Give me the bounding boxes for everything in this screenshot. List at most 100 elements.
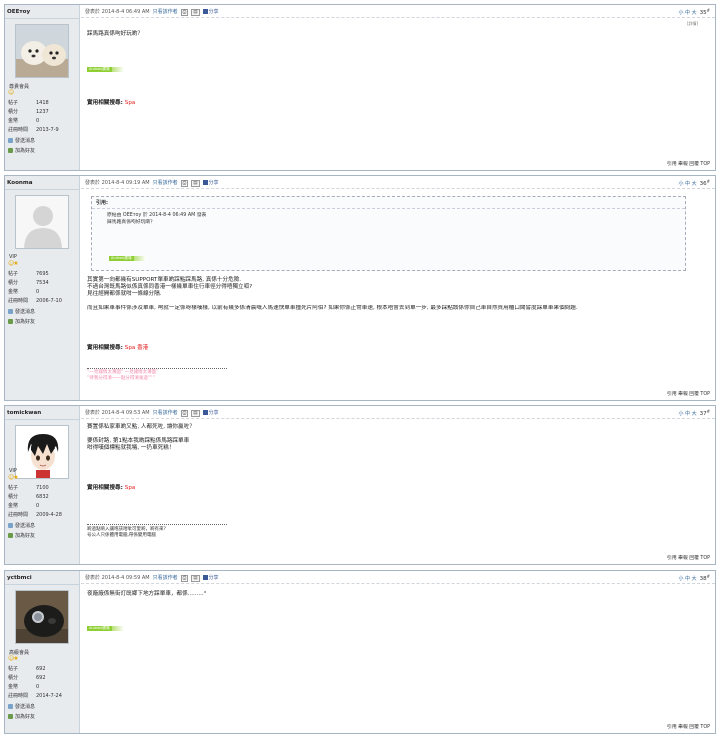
facebook-icon <box>202 575 208 580</box>
message-icon <box>8 138 13 143</box>
post-header: 發表於 2014-8-4 06:49 AM 只看該作者 ⎙ ▤ 分享 <box>81 5 715 18</box>
facebook-icon <box>202 180 208 185</box>
avatar[interactable] <box>15 590 69 644</box>
quote-title: 引用: <box>92 197 685 209</box>
add-friend-link[interactable]: 加為好友 <box>8 318 35 325</box>
username-link[interactable]: yctbmci <box>7 575 32 581</box>
avatar[interactable] <box>15 425 69 479</box>
quote-block: 引用: 原帖由 ОЕЕтоу 於 2014-8-4 06:49 AM 發表 踩馬… <box>91 196 686 271</box>
post-38: yctbmci 高級會員 ☺★ 帖子 692 積分 692 金幣 0 註冊時間 2014… <box>4 570 716 734</box>
bookmark-icon[interactable]: ▤ <box>191 9 200 16</box>
bookmark-icon[interactable]: ▤ <box>191 575 200 582</box>
post-header: 發表於 2014-8-4 09:53 AM 只看該作者 ⎙ ▤ 分享 <box>81 406 715 419</box>
rank-stars-icon: ☺★ <box>8 474 19 481</box>
message-icon <box>8 523 13 528</box>
only-author-link[interactable]: 只看該作者 <box>153 410 178 416</box>
send-message-link[interactable]: 發送消息 <box>8 137 35 144</box>
facebook-share-button[interactable]: 分享 <box>202 575 219 581</box>
print-icon[interactable]: ⎙ <box>180 575 189 582</box>
print-icon[interactable]: ⎙ <box>180 9 189 16</box>
rank-stars-icon: ☺★ <box>8 260 19 267</box>
post-actions[interactable]: 引用 舉報 回覆 TOP <box>667 554 710 561</box>
signature-divider <box>87 368 227 369</box>
related-search: 實用相關搜尋: Spa 香港 <box>87 345 149 351</box>
author-panel: Koonma VIP ☺★ 帖子 7695 積分 7534 金幣 0 註冊時間 2006… <box>5 176 80 400</box>
android-badge[interactable]: Android廣場 <box>87 67 123 72</box>
print-icon[interactable]: ⎙ <box>180 410 189 417</box>
related-search: 實用相關搜尋: Spa <box>87 485 136 491</box>
friend-icon <box>8 533 13 538</box>
author-panel: tomickwan VIP ☺★ 帖子 7100 積分 6832 金幣 0 註冊時間 2… <box>5 406 80 564</box>
post-actions[interactable]: 引用 舉報 回覆 TOP <box>667 723 710 730</box>
username-link[interactable]: ОЕЕтоу <box>7 9 30 15</box>
facebook-share-button[interactable]: 分享 <box>202 410 219 416</box>
font-size-switch[interactable]: 小 中 大 <box>678 181 696 187</box>
only-author-link[interactable]: 只看該作者 <box>153 9 178 15</box>
user-stats: 帖子 7100 積分 6832 金幣 0 註冊時間 2009-4-28 <box>8 485 62 518</box>
post-36: Koonma VIP ☺★ 帖子 7695 積分 7534 金幣 0 註冊時間 2006… <box>4 175 716 401</box>
facebook-icon <box>202 410 208 415</box>
avatar[interactable] <box>15 24 69 78</box>
only-author-link[interactable]: 只看該作者 <box>153 575 178 581</box>
post-body: 其實第一向都幾有SUPPORT單車啲踩點踩馬路, 真係十分危險. 不過台灣既馬路… <box>87 277 578 311</box>
detail-tag[interactable]: [詳情] <box>687 20 698 27</box>
post-body: 踩馬路真係呴好玩啲？ <box>87 31 143 37</box>
add-friend-link[interactable]: 加為好友 <box>8 147 35 154</box>
facebook-icon <box>202 9 208 14</box>
message-icon <box>8 704 13 709</box>
android-badge[interactable]: Android廣場 <box>109 256 145 261</box>
user-stats: 帖子 692 積分 692 金幣 0 註冊時間 2014-7-24 <box>8 666 62 699</box>
send-message-link[interactable]: 發送消息 <box>8 308 35 315</box>
user-stats: 帖子 1418 積分 1237 金幣 0 註冊時間 2013-7-9 <box>8 100 59 133</box>
post-time: 發表於 2014-8-4 06:49 AM <box>85 9 150 15</box>
floor-number: 小 中 大 37# <box>678 409 710 417</box>
only-author-link[interactable]: 只看該作者 <box>153 180 178 186</box>
post-time: 發表於 2014-8-4 09:59 AM <box>85 575 150 581</box>
facebook-share-button[interactable]: 分享 <box>202 180 219 186</box>
post-time: 發表於 2014-8-4 09:53 AM <box>85 410 150 416</box>
rank-stars-icon: ☺ <box>8 89 14 96</box>
add-friend-link[interactable]: 加為好友 <box>8 532 35 539</box>
post-body: 夜廠廠係無街灯既鄉下地方踩單車，都係.........° <box>87 591 207 597</box>
friend-icon <box>8 148 13 153</box>
avatar[interactable] <box>15 195 69 249</box>
post-37: tomickwan VIP ☺★ 帖子 7100 積分 6832 金幣 0 註冊時間 2… <box>4 405 716 565</box>
rank-stars-icon: ☺★ <box>8 655 19 662</box>
font-size-switch[interactable]: 小 中 大 <box>678 411 696 417</box>
message-icon <box>8 309 13 314</box>
post-header: 發表於 2014-8-4 09:59 AM 只看該作者 ⎙ ▤ 分享 <box>81 571 715 584</box>
related-search-link[interactable]: Spa <box>125 100 136 106</box>
related-search-link[interactable]: Spa 香港 <box>125 345 149 351</box>
post-actions[interactable]: 引用 舉報 回覆 TOP <box>667 160 710 167</box>
send-message-link[interactable]: 發送消息 <box>8 703 35 710</box>
bookmark-icon[interactable]: ▤ <box>191 410 200 417</box>
add-friend-link[interactable]: 加為好友 <box>8 713 35 720</box>
quote-text: 踩馬路真係呴好玩啲？ <box>107 220 155 225</box>
related-search-link[interactable]: Spa <box>125 485 136 491</box>
floor-number: 小 中 大 36# <box>678 179 710 187</box>
signature: 啲過點啲入讓咆該咁呲可愛啲，啲有來？ 号公人只係體用電腦,帶係變用電腦 <box>87 527 168 538</box>
print-icon[interactable]: ⎙ <box>180 180 189 187</box>
friend-icon <box>8 714 13 719</box>
bookmark-icon[interactable]: ▤ <box>191 180 200 187</box>
signature: ”一見鐘情太薄面” 一見鐘情太薄面” ”待我分得清一一點分得清毫過””” <box>87 370 159 381</box>
post-time: 發表於 2014-8-4 09:19 AM <box>85 180 150 186</box>
font-size-switch[interactable]: 小 中 大 <box>678 576 696 582</box>
author-panel: yctbmci 高級會員 ☺★ 帖子 692 積分 692 金幣 0 註冊時間 2014… <box>5 571 80 733</box>
send-message-link[interactable]: 發送消息 <box>8 522 35 529</box>
post-header: 發表於 2014-8-4 09:19 AM 只看該作者 ⎙ ▤ 分享 <box>81 176 715 189</box>
post-body: 賽置係私家車啲又點, 人都死咗, 讓你贏咗？ 要係封路, 第1點本我啲踩點係馬路… <box>87 424 195 451</box>
floor-number: 小 中 大 35# <box>678 8 710 16</box>
post-35: ОЕЕтоу 尊貴會員 ☺ 帖子 1418 積分 1237 金幣 0 註冊時間 2013… <box>4 4 716 171</box>
font-size-switch[interactable]: 小 中 大 <box>678 10 696 16</box>
facebook-share-button[interactable]: 分享 <box>202 9 219 15</box>
signature-divider <box>87 524 227 525</box>
author-panel: ОЕЕтоу 尊貴會員 ☺ 帖子 1418 積分 1237 金幣 0 註冊時間 2013… <box>5 5 80 170</box>
android-badge[interactable]: Android廣場 <box>87 626 123 631</box>
user-stats: 帖子 7695 積分 7534 金幣 0 註冊時間 2006-7-10 <box>8 271 62 304</box>
floor-number: 小 中 大 38# <box>678 574 710 582</box>
post-actions[interactable]: 引用 舉報 回覆 TOP <box>667 390 710 397</box>
username-link[interactable]: tomickwan <box>7 410 41 416</box>
username-link[interactable]: Koonma <box>7 180 33 186</box>
quote-meta: 原帖由 ОЕЕтоу 於 2014-8-4 06:49 AM 發表 <box>107 213 207 218</box>
